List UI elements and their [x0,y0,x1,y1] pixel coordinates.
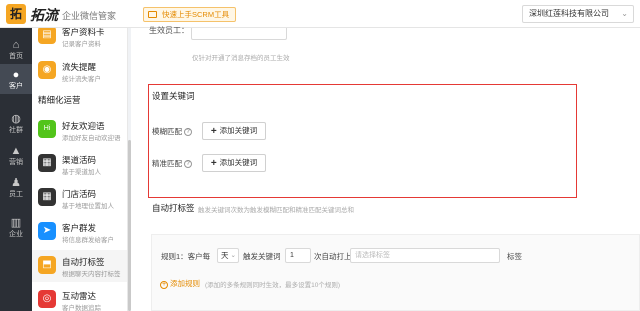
trigger-count-input[interactable]: 1 [285,248,311,263]
add-exact-keyword-button[interactable]: + 添加关键词 [202,154,266,172]
period-value: 天 [221,251,229,260]
auto-tag-label: 自动打标签 [152,203,195,213]
keyword-highlight-box [148,84,577,198]
chevron-down-icon: ⌄ [230,252,236,259]
menu-item-desc: 基于地理位置加人 [62,203,114,210]
store-qrcode-icon: ▦ [38,188,56,206]
rule-panel [151,234,640,311]
help-icon[interactable]: ? [184,128,192,137]
add-rule-label: 添加规则 [170,279,200,288]
menu-item-title: 自动打标签 [62,257,105,267]
menu-item-desc: 统计流失客户 [62,76,101,83]
left-rail: ⌂ 首页 ● 客户 ◍ 社群 ▲ 营销 ♟ 员工 ▥ 企业 [0,28,32,311]
menu-item-store-qrcode[interactable]: ▦ 门店活码 基于地理位置加人 [32,182,127,214]
rail-item-marketing[interactable]: ▲ 营销 [0,140,32,170]
menu-item-desc: 将信息群发给客户 [62,237,114,244]
monitor-icon [148,11,157,18]
menu-item-title: 客户资料卡 [62,28,105,37]
user-icon: ● [12,69,20,81]
rail-item-enterprise[interactable]: ▥ 企业 [0,212,32,242]
rail-item-home[interactable]: ⌂ 首页 [0,34,32,64]
menu-item-channel-qrcode[interactable]: ▦ 渠道活码 基于渠道加人 [32,148,127,180]
rail-label: 客户 [9,83,23,90]
profile-icon: ▤ [38,28,56,44]
add-rule-button[interactable]: + 添加规则 [160,278,200,289]
logo-badge: 拓 [6,4,26,24]
tag-select-input[interactable]: 请选择标签 [350,248,500,263]
menu-item-title: 门店活码 [62,189,97,199]
logo-text: 拓流 [30,7,58,23]
rule-trigger-text: 触发关键词 [243,252,281,261]
home-icon: ⌂ [12,39,20,51]
submenu-panel: ▤ 客户资料卡 记录客户资料 ◉ 流失提醒 统计流失客户 精细化运营 Hi 好友… [32,28,128,311]
add-keyword-label: 添加关键词 [219,158,258,167]
send-icon: ➤ [38,222,56,240]
tag-icon: ⬒ [38,256,56,274]
company-name: 深圳红莲科技有限公司 [529,9,609,18]
exact-match-text: 精准匹配 [152,159,182,168]
radar-icon: ◎ [38,290,56,308]
rail-label: 社群 [9,127,23,134]
menu-item-radar[interactable]: ◎ 互动雷达 客户数据追踪 [32,284,127,311]
app-subtitle: 企业微信管家 [62,11,117,21]
menu-item-desc: 添加好友自动欢迎语 [62,135,121,142]
menu-item-customer-profile[interactable]: ▤ 客户资料卡 记录客户资料 [32,28,127,52]
add-rule-hint: (添加的多条规则同时生效，最多设置10个规则) [205,282,341,289]
main-content: 生效员工： 仅针对开通了消息存档的员工生效 设置关键词 模糊匹配? + 添加关键词… [131,26,640,311]
rail-label: 企业 [9,231,23,238]
menu-item-title: 好友欢迎语 [62,121,105,131]
rail-item-community[interactable]: ◍ 社群 [0,108,32,138]
quick-start-button[interactable]: 快速上手SCRM工具 [143,7,237,22]
fuzzy-match-label: 模糊匹配? [152,126,192,137]
rail-label: 首页 [9,53,23,60]
rule-suffix: 次自动打上 [314,252,352,261]
thumb-icon: ▲ [10,145,22,157]
add-keyword-label: 添加关键词 [219,126,258,135]
menu-item-desc: 客户数据追踪 [62,305,101,311]
help-icon[interactable]: ? [184,160,192,169]
rule-tag-word: 标签 [507,252,522,261]
rail-label: 营销 [9,159,23,166]
menu-item-title: 渠道活码 [62,155,97,165]
welcome-icon: Hi [38,120,56,138]
menu-item-churn-alert[interactable]: ◉ 流失提醒 统计流失客户 [32,55,127,87]
plus-circle-icon: + [160,281,168,289]
building-icon: ▥ [10,217,22,229]
plus-icon: + [210,126,217,137]
quick-start-label: 快速上手SCRM工具 [162,10,230,19]
menu-item-title: 流失提醒 [62,62,97,72]
keyword-section-heading: 设置关键词 [152,91,195,101]
rail-item-customers[interactable]: ● 客户 [0,64,32,94]
alert-icon: ◉ [38,61,56,79]
rail-item-staff[interactable]: ♟ 员工 [0,172,32,202]
menu-item-desc: 基于渠道加人 [62,169,101,176]
rail-label: 员工 [9,191,23,198]
menu-item-title: 客户群发 [62,223,97,233]
menu-item-desc: 根据聊天内容打标签 [62,271,121,278]
menu-item-title: 互动雷达 [62,291,97,301]
qrcode-icon: ▦ [38,154,56,172]
chevron-down-icon: ⌄ [621,9,628,18]
exact-match-label: 精准匹配? [152,158,192,169]
menu-item-welcome[interactable]: Hi 好友欢迎语 添加好友自动欢迎语 [32,114,127,146]
period-select[interactable]: 天 ⌄ [217,248,239,263]
archive-hint: 仅针对开通了消息存档的员工生效 [192,55,290,62]
staff-icon: ♟ [11,177,21,189]
menu-item-mass-send[interactable]: ➤ 客户群发 将信息群发给客户 [32,216,127,248]
menu-group-label: 精细化运营 [38,95,81,105]
effective-staff-label: 生效员工： [149,26,189,35]
add-fuzzy-keyword-button[interactable]: + 添加关键词 [202,122,266,140]
company-select[interactable]: 深圳红莲科技有限公司 ⌄ [522,5,634,23]
auto-tag-description: 触发关键词次数为触发模糊匹配和精准匹配关键词总和 [198,207,354,214]
menu-item-auto-tag[interactable]: ⬒ 自动打标签 根据聊天内容打标签 [32,250,127,282]
effective-staff-input[interactable] [191,28,287,40]
plus-icon: + [210,158,217,169]
menu-item-desc: 记录客户资料 [62,41,101,48]
rule-prefix: 规则1：客户每 [161,252,211,261]
chat-icon: ◍ [11,113,21,125]
fuzzy-match-text: 模糊匹配 [152,127,182,136]
top-bar: 拓 拓流 企业微信管家 快速上手SCRM工具 深圳红莲科技有限公司 ⌄ [0,0,640,28]
